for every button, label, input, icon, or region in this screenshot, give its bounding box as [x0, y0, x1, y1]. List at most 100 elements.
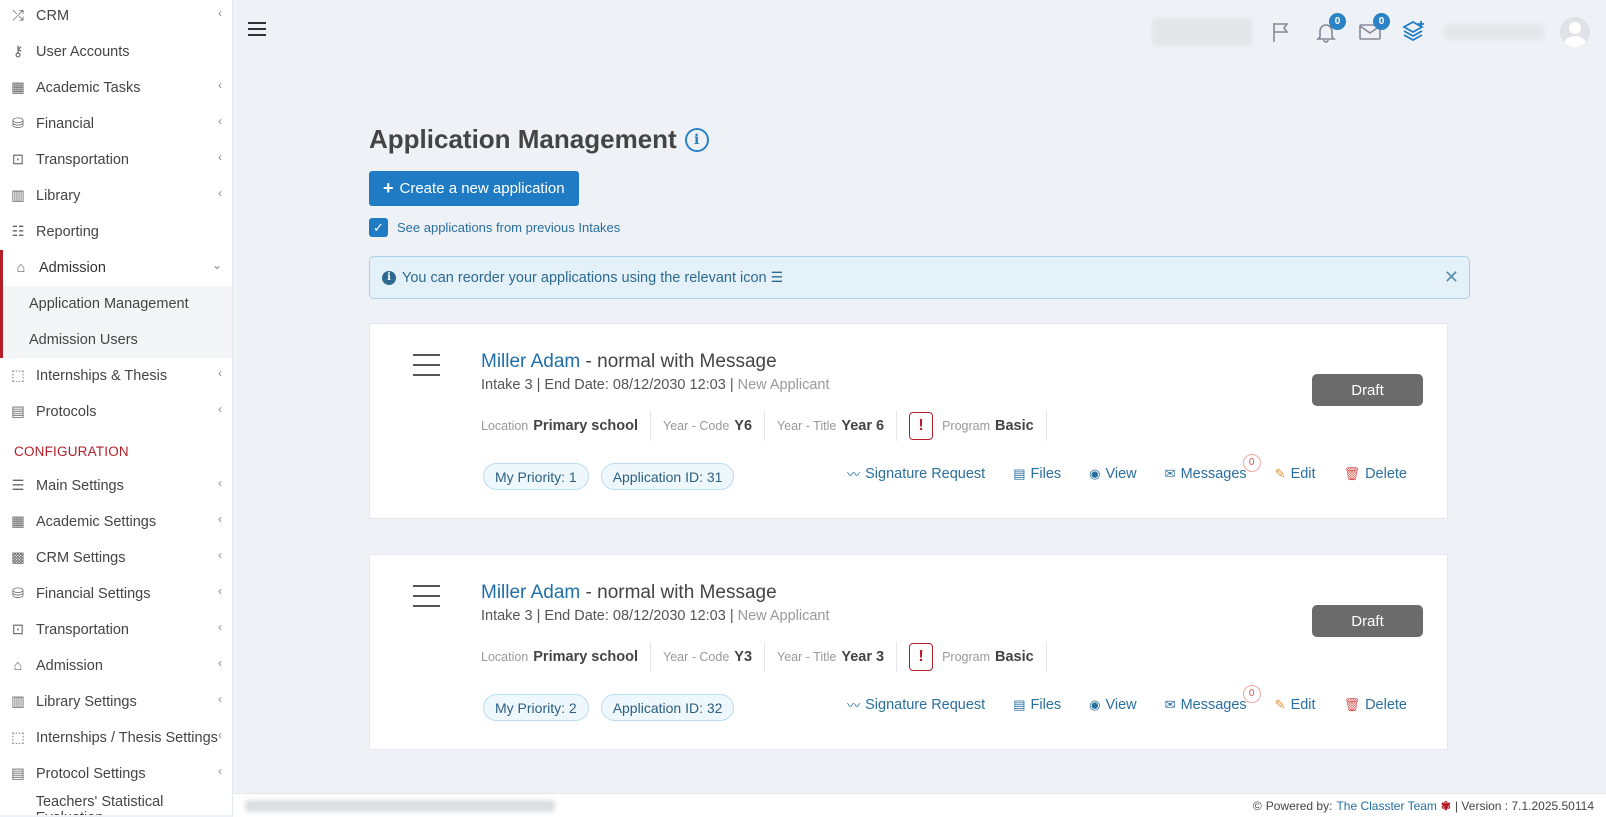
messages-badge: 0: [1373, 13, 1390, 30]
drag-handle-icon[interactable]: [413, 585, 440, 615]
warning-icon[interactable]: !: [909, 412, 934, 440]
create-application-button[interactable]: + Create a new application: [369, 171, 579, 206]
field-value: Primary school: [533, 418, 639, 434]
field-value: Basic: [995, 418, 1034, 434]
page-title: Application Management i: [369, 124, 709, 155]
calendar-icon: ▤: [11, 766, 25, 782]
sidebar-item-user-accounts[interactable]: ⚷ User Accounts: [0, 34, 232, 70]
sidebar-item-library[interactable]: ▥ Library ‹: [0, 178, 232, 214]
action-label: Delete: [1365, 696, 1407, 713]
application-title-suffix: - normal with Message: [580, 351, 777, 372]
field-label: Year - Title: [777, 650, 837, 664]
signature-request-button[interactable]: 〰 Signature Request: [847, 464, 985, 483]
flag-icon[interactable]: [1268, 18, 1296, 46]
close-icon[interactable]: ✕: [1444, 267, 1459, 288]
messages-button[interactable]: ✉ Messages 0: [1165, 684, 1261, 713]
application-fields: Location Primary school Year - Code Y6 Yea…: [481, 411, 1047, 441]
sidebar-item-admission-users[interactable]: Admission Users: [3, 322, 232, 358]
chevron-left-icon: ‹: [218, 764, 222, 778]
sidebar-item-admission[interactable]: ⌂ Admission ⌄: [0, 250, 232, 286]
envelope-icon[interactable]: 0: [1356, 13, 1390, 46]
sidebar-item-financial-settings[interactable]: ⛁ Financial Settings ‹: [0, 576, 232, 612]
sidebar-item-main-settings[interactable]: ☰ Main Settings ‹: [0, 468, 232, 504]
trash-icon: 🗑: [1343, 465, 1361, 481]
sidebar-item-internships-thesis[interactable]: ⬚ Internships & Thesis ‹: [0, 358, 232, 394]
menu-toggle-button[interactable]: [248, 22, 266, 40]
bell-icon[interactable]: 0: [1312, 13, 1346, 46]
info-icon[interactable]: i: [684, 127, 709, 152]
sidebar-item-protocol-settings[interactable]: ▤ Protocol Settings ‹: [0, 756, 232, 792]
applicant-name-link[interactable]: Miller Adam: [481, 351, 580, 372]
sidebar-item-label: Protocol Settings: [36, 766, 146, 782]
action-label: Messages: [1180, 696, 1247, 713]
intake-text: Intake 3 | End Date: 08/12/2030 12:03 |: [481, 377, 738, 393]
sidebar-item-academic-tasks[interactable]: ▦ Academic Tasks ‹: [0, 70, 232, 106]
applicant-type: New Applicant: [737, 608, 830, 624]
messages-button[interactable]: ✉ Messages 0: [1165, 453, 1261, 482]
user-name[interactable]: [1444, 24, 1544, 40]
status-badge[interactable]: Draft: [1312, 374, 1423, 406]
plus-icon: +: [383, 178, 394, 198]
sidebar: ⤮ CRM ‹ ⚷ User Accounts ▦ Academic Tasks ‹ ⛁ Fina…: [0, 0, 233, 815]
sidebar-item-label: Transportation: [36, 152, 129, 168]
applicant-name-link[interactable]: Miller Adam: [481, 582, 580, 603]
sidebar-item-reporting[interactable]: ☷ Reporting: [0, 214, 232, 250]
chevron-left-icon: ‹: [218, 6, 222, 20]
field-label: Location: [481, 650, 529, 664]
delete-button[interactable]: 🗑 Delete: [1344, 466, 1407, 482]
field-label: Program: [942, 650, 991, 664]
notifications-badge: 0: [1329, 13, 1346, 30]
sidebar-item-admission[interactable]: ⌂ Admission ‹: [0, 648, 232, 684]
chevron-left-icon: ‹: [218, 402, 222, 416]
application-title-suffix: - normal with Message: [580, 582, 777, 603]
intake-info: Intake 3 | End Date: 08/12/2030 12:03 | …: [481, 377, 830, 393]
edit-button[interactable]: ✎ Edit: [1275, 466, 1316, 482]
sidebar-item-internships-thesis-settings[interactable]: ⬚ Internships / Thesis Settings ‹: [0, 720, 232, 756]
school-year-selector[interactable]: [1152, 18, 1252, 46]
signature-request-button[interactable]: 〰 Signature Request: [847, 695, 985, 714]
signature-icon: 〰: [847, 467, 861, 482]
action-label: Files: [1030, 465, 1062, 482]
avatar[interactable]: [1560, 17, 1590, 47]
sidebar-item-crm[interactable]: ⤮ CRM ‹: [0, 0, 232, 34]
view-button[interactable]: ◉ View: [1089, 466, 1137, 482]
warning-icon[interactable]: !: [909, 643, 934, 671]
sidebar-item-application-management[interactable]: Application Management: [3, 286, 232, 322]
configuration-heading: CONFIGURATION: [14, 443, 129, 459]
previous-intakes-label[interactable]: See applications from previous Intakes: [397, 220, 620, 235]
files-button[interactable]: ▤ Files: [1013, 466, 1061, 482]
sidebar-item-library-settings[interactable]: ▥ Library Settings ‹: [0, 684, 232, 720]
copyright-icon: ©: [1252, 798, 1262, 813]
signature-icon: 〰: [847, 698, 861, 713]
view-button[interactable]: ◉ View: [1089, 697, 1137, 713]
cube-icon: ⬚: [11, 730, 25, 746]
delete-button[interactable]: 🗑 Delete: [1344, 697, 1407, 713]
sidebar-item-crm-settings[interactable]: ▩ CRM Settings ‹: [0, 540, 232, 576]
action-label: Edit: [1290, 696, 1316, 713]
application-actions: 〰 Signature Request ▤ Files ◉ View ✉ Message…: [847, 684, 1407, 714]
layers-add-icon[interactable]: [1400, 18, 1428, 46]
pencil-icon: ✎: [1274, 465, 1286, 481]
sidebar-item-transportation[interactable]: ⊡ Transportation ‹: [0, 612, 232, 648]
chevron-left-icon: ‹: [218, 114, 222, 128]
field-value: Y6: [734, 418, 753, 434]
sidebar-item-teachers-statistical-evaluation[interactable]: Teachers' Statistical Evaluation: [0, 792, 232, 815]
reorder-icon: ☰: [770, 269, 784, 285]
sidebar-item-protocols[interactable]: ▤ Protocols ‹: [0, 394, 232, 430]
sidebar-item-financial[interactable]: ⛁ Financial ‹: [0, 106, 232, 142]
classter-team-link[interactable]: The Classter Team: [1336, 799, 1436, 813]
status-badge[interactable]: Draft: [1312, 605, 1423, 637]
application-id-chip: Application ID: 31: [600, 463, 735, 490]
chevron-left-icon: ‹: [218, 656, 222, 670]
edit-button[interactable]: ✎ Edit: [1275, 697, 1316, 713]
program-field: ! Program Basic: [897, 411, 1047, 441]
classter-logo-icon: ✾: [1440, 798, 1451, 813]
sidebar-item-label: Admission: [36, 658, 103, 674]
sidebar-item-transportation[interactable]: ⊡ Transportation ‹: [0, 142, 232, 178]
sidebar-item-academic-settings[interactable]: ▦ Academic Settings ‹: [0, 504, 232, 540]
files-button[interactable]: ▤ Files: [1013, 697, 1061, 713]
sidebar-item-label: Reporting: [36, 224, 99, 240]
previous-intakes-checkbox[interactable]: ✓: [369, 218, 388, 237]
drag-handle-icon[interactable]: [413, 354, 440, 384]
key-icon: ⚷: [12, 44, 24, 60]
